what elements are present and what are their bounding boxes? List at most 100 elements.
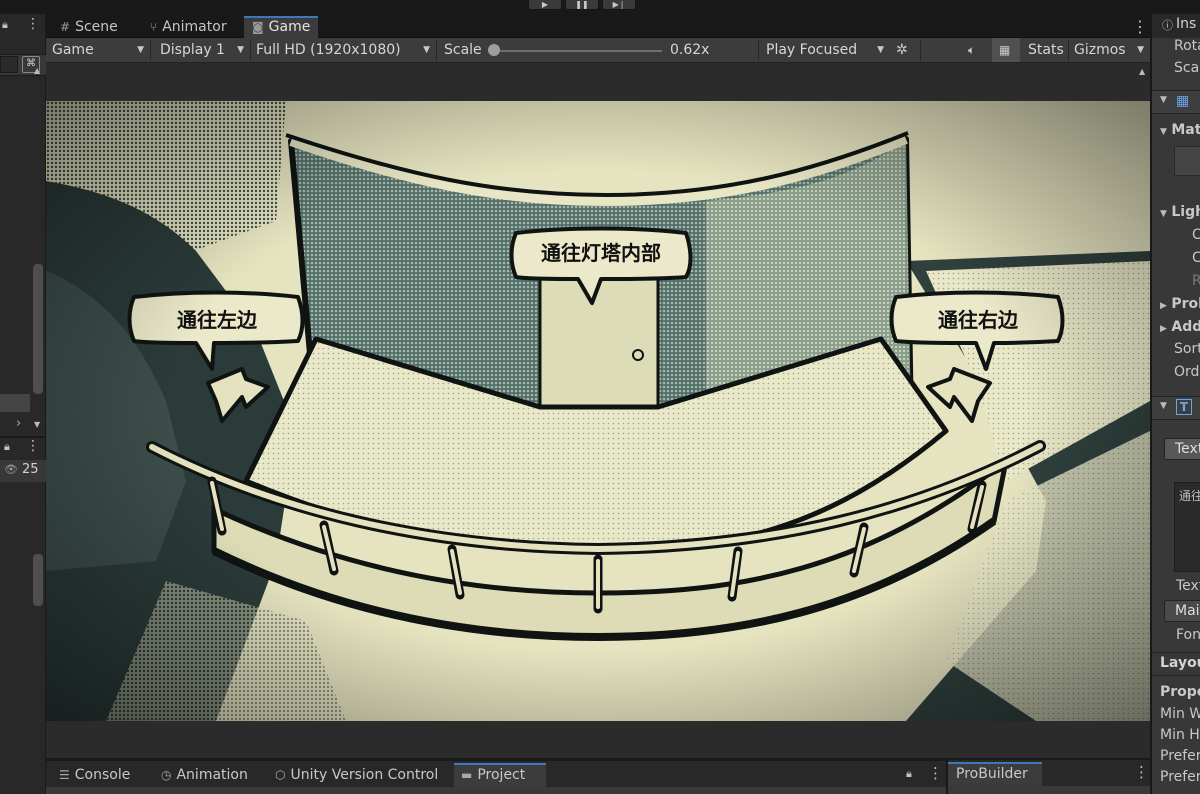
toolbar-divider bbox=[150, 40, 151, 60]
font-label: Font bbox=[1176, 627, 1200, 643]
tab-label: Unity Version Control bbox=[290, 767, 439, 783]
tab-label: Scene bbox=[75, 19, 118, 35]
display-label: Display 1 bbox=[160, 42, 225, 58]
eye-icon[interactable]: 👁︎ bbox=[4, 463, 18, 476]
probuilder-toolbar bbox=[948, 786, 1152, 794]
additional-label: Add bbox=[1171, 319, 1200, 335]
resolution-dropdown[interactable]: Full HD (1920x1080) ▼ bbox=[250, 38, 436, 62]
additional-foldout[interactable]: ▶ Add bbox=[1152, 319, 1200, 335]
lighting-foldout[interactable]: ▼ Ligh bbox=[1152, 204, 1200, 220]
toolbar-divider bbox=[436, 40, 437, 60]
hierarchy-search-input[interactable] bbox=[0, 56, 18, 73]
editor-tab-bar: # Scene ⑂ Animator ◙ Game ⋮ bbox=[46, 14, 1150, 38]
kebab-menu-icon[interactable]: ⋮ bbox=[26, 438, 40, 454]
console-icon: ☰ bbox=[59, 768, 70, 782]
step-button[interactable]: ▶❘ bbox=[602, 0, 636, 10]
scroll-up-icon[interactable]: ▲ bbox=[1139, 67, 1145, 76]
lock-icon[interactable]: 🔒︎ bbox=[4, 440, 10, 454]
bubble-center-label: 通往灯塔内部 bbox=[541, 241, 661, 265]
play-mode-dropdown[interactable]: Play Focused ▼ bbox=[760, 38, 890, 62]
play-mode-label: Play Focused bbox=[766, 42, 858, 58]
gizmos-dropdown[interactable]: Gizmos ▼ bbox=[1068, 38, 1150, 62]
material-foldout[interactable]: ▼ Mat bbox=[1152, 122, 1200, 138]
lighting-cast-label: C bbox=[1152, 227, 1200, 243]
version-control-icon: ⬡ bbox=[275, 768, 286, 782]
scrollbar-thumb[interactable] bbox=[33, 264, 43, 394]
game-toolbar: Game ▼ Display 1 ▼ Full HD (1920x1080) ▼ Sc… bbox=[46, 38, 1150, 63]
tab-label: Project bbox=[477, 767, 526, 783]
probuilder-panel: ProBuilder ⋮ bbox=[946, 760, 1152, 794]
kebab-menu-icon[interactable]: ⋮ bbox=[26, 16, 40, 32]
play-button[interactable]: ▶ bbox=[528, 0, 562, 10]
scale-slider-knob[interactable] bbox=[488, 44, 500, 56]
lock-icon[interactable]: 🔒︎ bbox=[906, 767, 912, 781]
tab-console[interactable]: ☰ Console bbox=[52, 763, 137, 787]
scale-value: 0.62x bbox=[670, 42, 710, 58]
chevron-down-icon: ▼ bbox=[1137, 45, 1144, 55]
min-width-label: Min W bbox=[1160, 706, 1200, 722]
text-input-button[interactable]: Text bbox=[1164, 438, 1200, 460]
pause-button[interactable]: ❚❚ bbox=[565, 0, 599, 10]
scroll-down-icon[interactable]: ▼ bbox=[34, 420, 40, 429]
probes-foldout[interactable]: ▶ Prob bbox=[1152, 296, 1200, 312]
scrollbar-thumb[interactable] bbox=[33, 554, 43, 606]
kebab-menu-icon[interactable]: ⋮ bbox=[1134, 763, 1149, 781]
lighting-contribute-label: C bbox=[1152, 250, 1200, 266]
chevron-right-icon: ▶ bbox=[1160, 301, 1167, 311]
toolbar-divider bbox=[758, 40, 759, 60]
chevron-down-icon: ▼ bbox=[1160, 401, 1167, 411]
tab-probuilder[interactable]: ProBuilder bbox=[948, 762, 1042, 786]
play-controls: ▶ ❚❚ ▶❘ bbox=[0, 0, 1200, 14]
view-mode-dropdown[interactable]: Game ▼ bbox=[46, 38, 150, 62]
chevron-right-icon: ▶ bbox=[1160, 324, 1167, 334]
chevron-down-icon: ▼ bbox=[237, 45, 244, 55]
view-mode-label: Game bbox=[52, 42, 94, 58]
inspector-panel: ⓘ Ins Rota Sca ▼ ▦ ▼ Mat ▼ Ligh C C R ▶ … bbox=[1150, 14, 1200, 794]
scale-slider-track[interactable] bbox=[492, 50, 662, 52]
probes-label: Prob bbox=[1171, 296, 1200, 312]
text-input-area[interactable]: 通往 bbox=[1174, 482, 1200, 572]
bug-icon[interactable]: ✲ bbox=[890, 38, 918, 62]
text-style-label: Text bbox=[1176, 578, 1200, 594]
game-viewport[interactable]: 通往灯塔内部 通往左边 通往右边 bbox=[46, 101, 1150, 721]
main-settings-button[interactable]: Main bbox=[1164, 600, 1200, 622]
component-header[interactable]: ▼ ▦ bbox=[1152, 90, 1200, 114]
order-in-layer-label: Orde bbox=[1174, 364, 1200, 380]
tab-label: Console bbox=[74, 767, 131, 783]
toolbar-divider bbox=[920, 40, 921, 60]
grid-icon: # bbox=[60, 20, 71, 34]
game-scene-render bbox=[46, 101, 1150, 721]
tab-project[interactable]: ▬ Project bbox=[454, 763, 546, 787]
tab-game[interactable]: ◙ Game bbox=[244, 16, 319, 38]
text-component-header[interactable]: ▼ T bbox=[1152, 396, 1200, 420]
scroll-up-icon[interactable]: ▲ bbox=[34, 66, 40, 75]
tab-animator[interactable]: ⑂ Animator bbox=[142, 16, 235, 38]
tab-scene[interactable]: # Scene bbox=[52, 16, 126, 38]
chevron-down-icon: ▼ bbox=[1160, 127, 1167, 137]
kebab-menu-icon[interactable]: ⋮ bbox=[928, 764, 943, 782]
info-icon: ⓘ bbox=[1162, 19, 1173, 32]
lighting-receive-label: R bbox=[1152, 273, 1200, 289]
audio-mute-icon[interactable]: 🔈︎ bbox=[962, 38, 990, 62]
visible-count: 25 bbox=[22, 462, 39, 477]
animation-icon: ◷ bbox=[161, 768, 172, 782]
display-dropdown[interactable]: Display 1 ▼ bbox=[154, 38, 250, 62]
selected-row[interactable] bbox=[0, 394, 30, 412]
text-component-icon: T bbox=[1176, 399, 1192, 415]
grid-component-icon: ▦ bbox=[1176, 93, 1190, 109]
chevron-down-icon: ▼ bbox=[877, 45, 884, 55]
bubble-left-label: 通往左边 bbox=[177, 308, 257, 332]
material-slot[interactable] bbox=[1174, 146, 1200, 176]
chevron-down-icon: ▼ bbox=[1160, 209, 1167, 219]
stats-grid-icon[interactable]: ▦ bbox=[992, 38, 1020, 62]
tab-unity-version-control[interactable]: ⬡ Unity Version Control bbox=[268, 763, 445, 787]
tab-label: Animation bbox=[176, 767, 248, 783]
tab-animation[interactable]: ◷ Animation bbox=[154, 763, 255, 787]
lock-icon[interactable]: 🔒︎ bbox=[2, 18, 8, 32]
gizmos-label: Gizmos bbox=[1074, 42, 1126, 58]
stats-button[interactable]: Stats bbox=[1022, 38, 1064, 62]
min-height-label: Min He bbox=[1160, 727, 1200, 743]
inspector-tab[interactable]: ⓘ Ins bbox=[1152, 14, 1200, 38]
chevron-right-icon[interactable]: › bbox=[16, 416, 21, 431]
inspector-title: Ins bbox=[1176, 16, 1197, 32]
